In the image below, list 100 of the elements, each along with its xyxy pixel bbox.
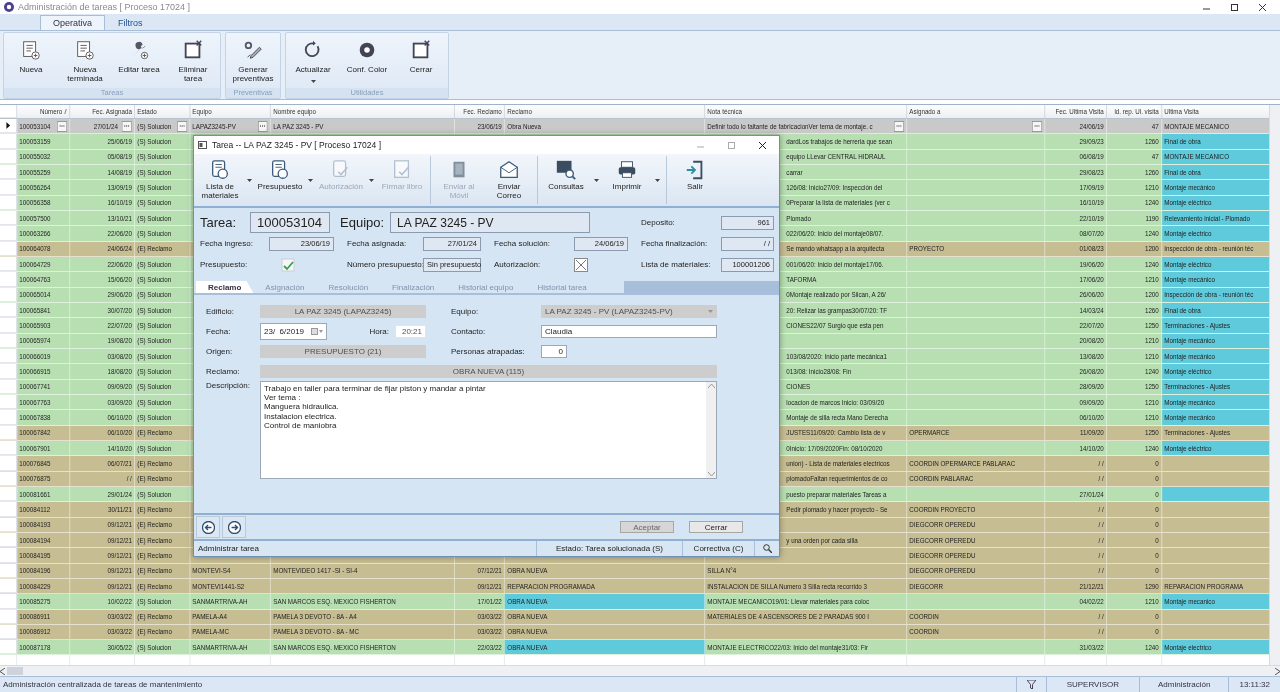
table-cell: 100076845 [19,458,51,468]
table-cell: 18/08/20 [107,366,132,376]
table-cell: 16/10/19 [107,198,132,208]
table-cell: 22/03/22 [477,642,502,652]
table-cell: 100063266 [19,228,51,238]
table-cell: Montaje de silla recta Mano Derecha [786,412,888,422]
table-cell: 29/09/23 [1079,137,1104,146]
table-cell: puesto preparar materiales Tareas a [786,489,887,499]
table-cell: Montaje electrico [1161,226,1269,241]
table-cell: Montaje mecánico [1161,410,1269,425]
table-cell: / / [1098,504,1104,514]
table-cell: dardLos trabajos de herreria que sean [786,137,893,146]
table-cell: (E) Reclamo [137,535,172,545]
table-cell: Se mando whatsapp a la arquitecta [786,244,885,254]
table-cell: 13/09/19 [107,182,132,192]
table-cell: MATERIALES DE 4 ASCENSORES DE 2 PARADAS 900 I [707,612,869,622]
user-name: SUPERVISOR [1045,677,1139,692]
table-cell: Plomado [786,213,811,223]
table-cell: 100065014 [19,290,51,300]
table-cell: 03/09/20 [107,397,132,407]
table-cell: 100055259 [19,167,51,177]
table-cell: 1210 [1144,336,1159,346]
table-cell: 1290 [1144,581,1159,591]
table-cell: 19/06/20 [1079,259,1104,269]
table-cell: OPERMARCE [909,428,950,438]
field-label: Fecha solución: [494,239,552,248]
table-cell: 100084195 [19,550,51,560]
table-cell: 013/08: Inicio28/08: Fin [786,366,852,376]
table-cell: 29/06/20 [107,290,132,300]
table-cell: SAN MARCOS ESQ. MEXICO FISHERTON [273,642,396,652]
table-cell: 21/12/21 [1079,581,1104,591]
table-cell: 1240 [1144,443,1159,453]
table-cell: 22/07/20 [1079,320,1104,330]
table-cell: OBRA NUEVA [507,627,548,637]
table-cell: 14/10/20 [107,443,132,453]
table-cell: 1240 [1144,228,1159,238]
table-cell: 1210 [1144,596,1159,606]
table-cell: 03/03/22 [477,627,502,637]
table-cell: 022/06/20: Inicio del montaje08/07. [786,228,884,238]
table-cell: (E) Reclamo [137,474,172,484]
table-cell: DIEGCORR OPEREDU [909,566,976,576]
table-cell: / / [1098,550,1104,560]
field-label: Tarea: [200,215,238,230]
table-cell: (E) Reclamo [137,566,172,576]
table-cell: 09/12/21 [107,566,132,576]
table-cell: SILLA N°4 [707,566,737,576]
table-cell: OBRA NUEVA [507,612,548,622]
field-label: Contacto: [451,326,487,336]
table-cell: 28/09/20 [1079,382,1104,392]
table-cell: 1210 [1144,412,1159,422]
table-cell: 103/08/2020: Inicio parte mecánica1 [786,351,887,361]
table-cell: 0 [1155,627,1159,637]
table-cell: 100084194 [19,535,51,545]
table-cell: 100056358 [19,198,51,208]
table-cell: 09/09/20 [1079,397,1104,407]
table-cell: 1190 [1145,213,1159,223]
table-cell: 1260 [1144,305,1159,315]
table-cell: plomadoFaltan requerimientos de co [786,474,888,484]
table-cell: 100064763 [19,274,51,284]
table-cell: 1250 [1144,428,1159,438]
table-cell: 100084196 [19,566,51,576]
table-cell: MONTEVI-S4 [192,566,231,576]
table-cell: 22/06/20 [107,259,132,269]
table-cell: 17/06/20 [1079,274,1104,284]
field-label: Hora: [369,326,389,336]
table-cell: 10/02/22 [107,596,132,606]
field-label: Equipo: [451,306,480,316]
table-cell: DIEGCORR OPEREDU [909,520,976,530]
table-cell: / / [1098,458,1104,468]
table-cell: 25/06/19 [107,137,132,146]
table-cell: 03/03/22 [107,627,132,637]
field-label: Personas atrapadas: [451,346,526,356]
table-cell: 03/08/20 [107,351,132,361]
table-cell: 19/08/20 [107,336,132,346]
table-cell: y una orden por cada silla [786,535,858,545]
table-cell: (S) Solucion [137,290,172,300]
field-label: Fecha ingreso: [200,239,254,248]
table-cell: (E) Reclamo [137,244,172,254]
table-cell: 100086912 [19,627,51,637]
building-field: LA PAZ 3245 (LAPAZ3245) [260,304,426,318]
table-cell: / / [1098,474,1104,484]
field-label: Origen: [206,346,234,356]
table-cell: 100067763 [19,397,51,407]
table-cell: 09/09/20 [107,382,132,392]
table-cell: 07/12/21 [477,566,502,576]
table-cell: (S) Solucion [137,121,172,131]
table-cell: / / [1098,535,1104,545]
table-cell: 0Preparar la lista de materiales (ver c [786,198,890,208]
table-cell: 20: Relizar las grampas30/07/20: TF [786,305,888,315]
table-cell: 17/01/22 [477,596,502,606]
table-cell: 100064078 [19,244,51,254]
status-message: Administración centralizada de tareas de mantenimiento [2,680,204,689]
table-cell: 06/10/20 [107,428,132,438]
table-cell: 1260 [1144,167,1159,177]
table-cell: 27/01/24 [93,121,118,131]
table-cell: 15/06/20 [107,274,132,284]
table-cell: 100064729 [19,259,51,269]
table-cell: 05/08/19 [107,152,132,162]
field-label: Fecha: [206,326,232,336]
field-label: Número presupuesto: [347,260,423,269]
